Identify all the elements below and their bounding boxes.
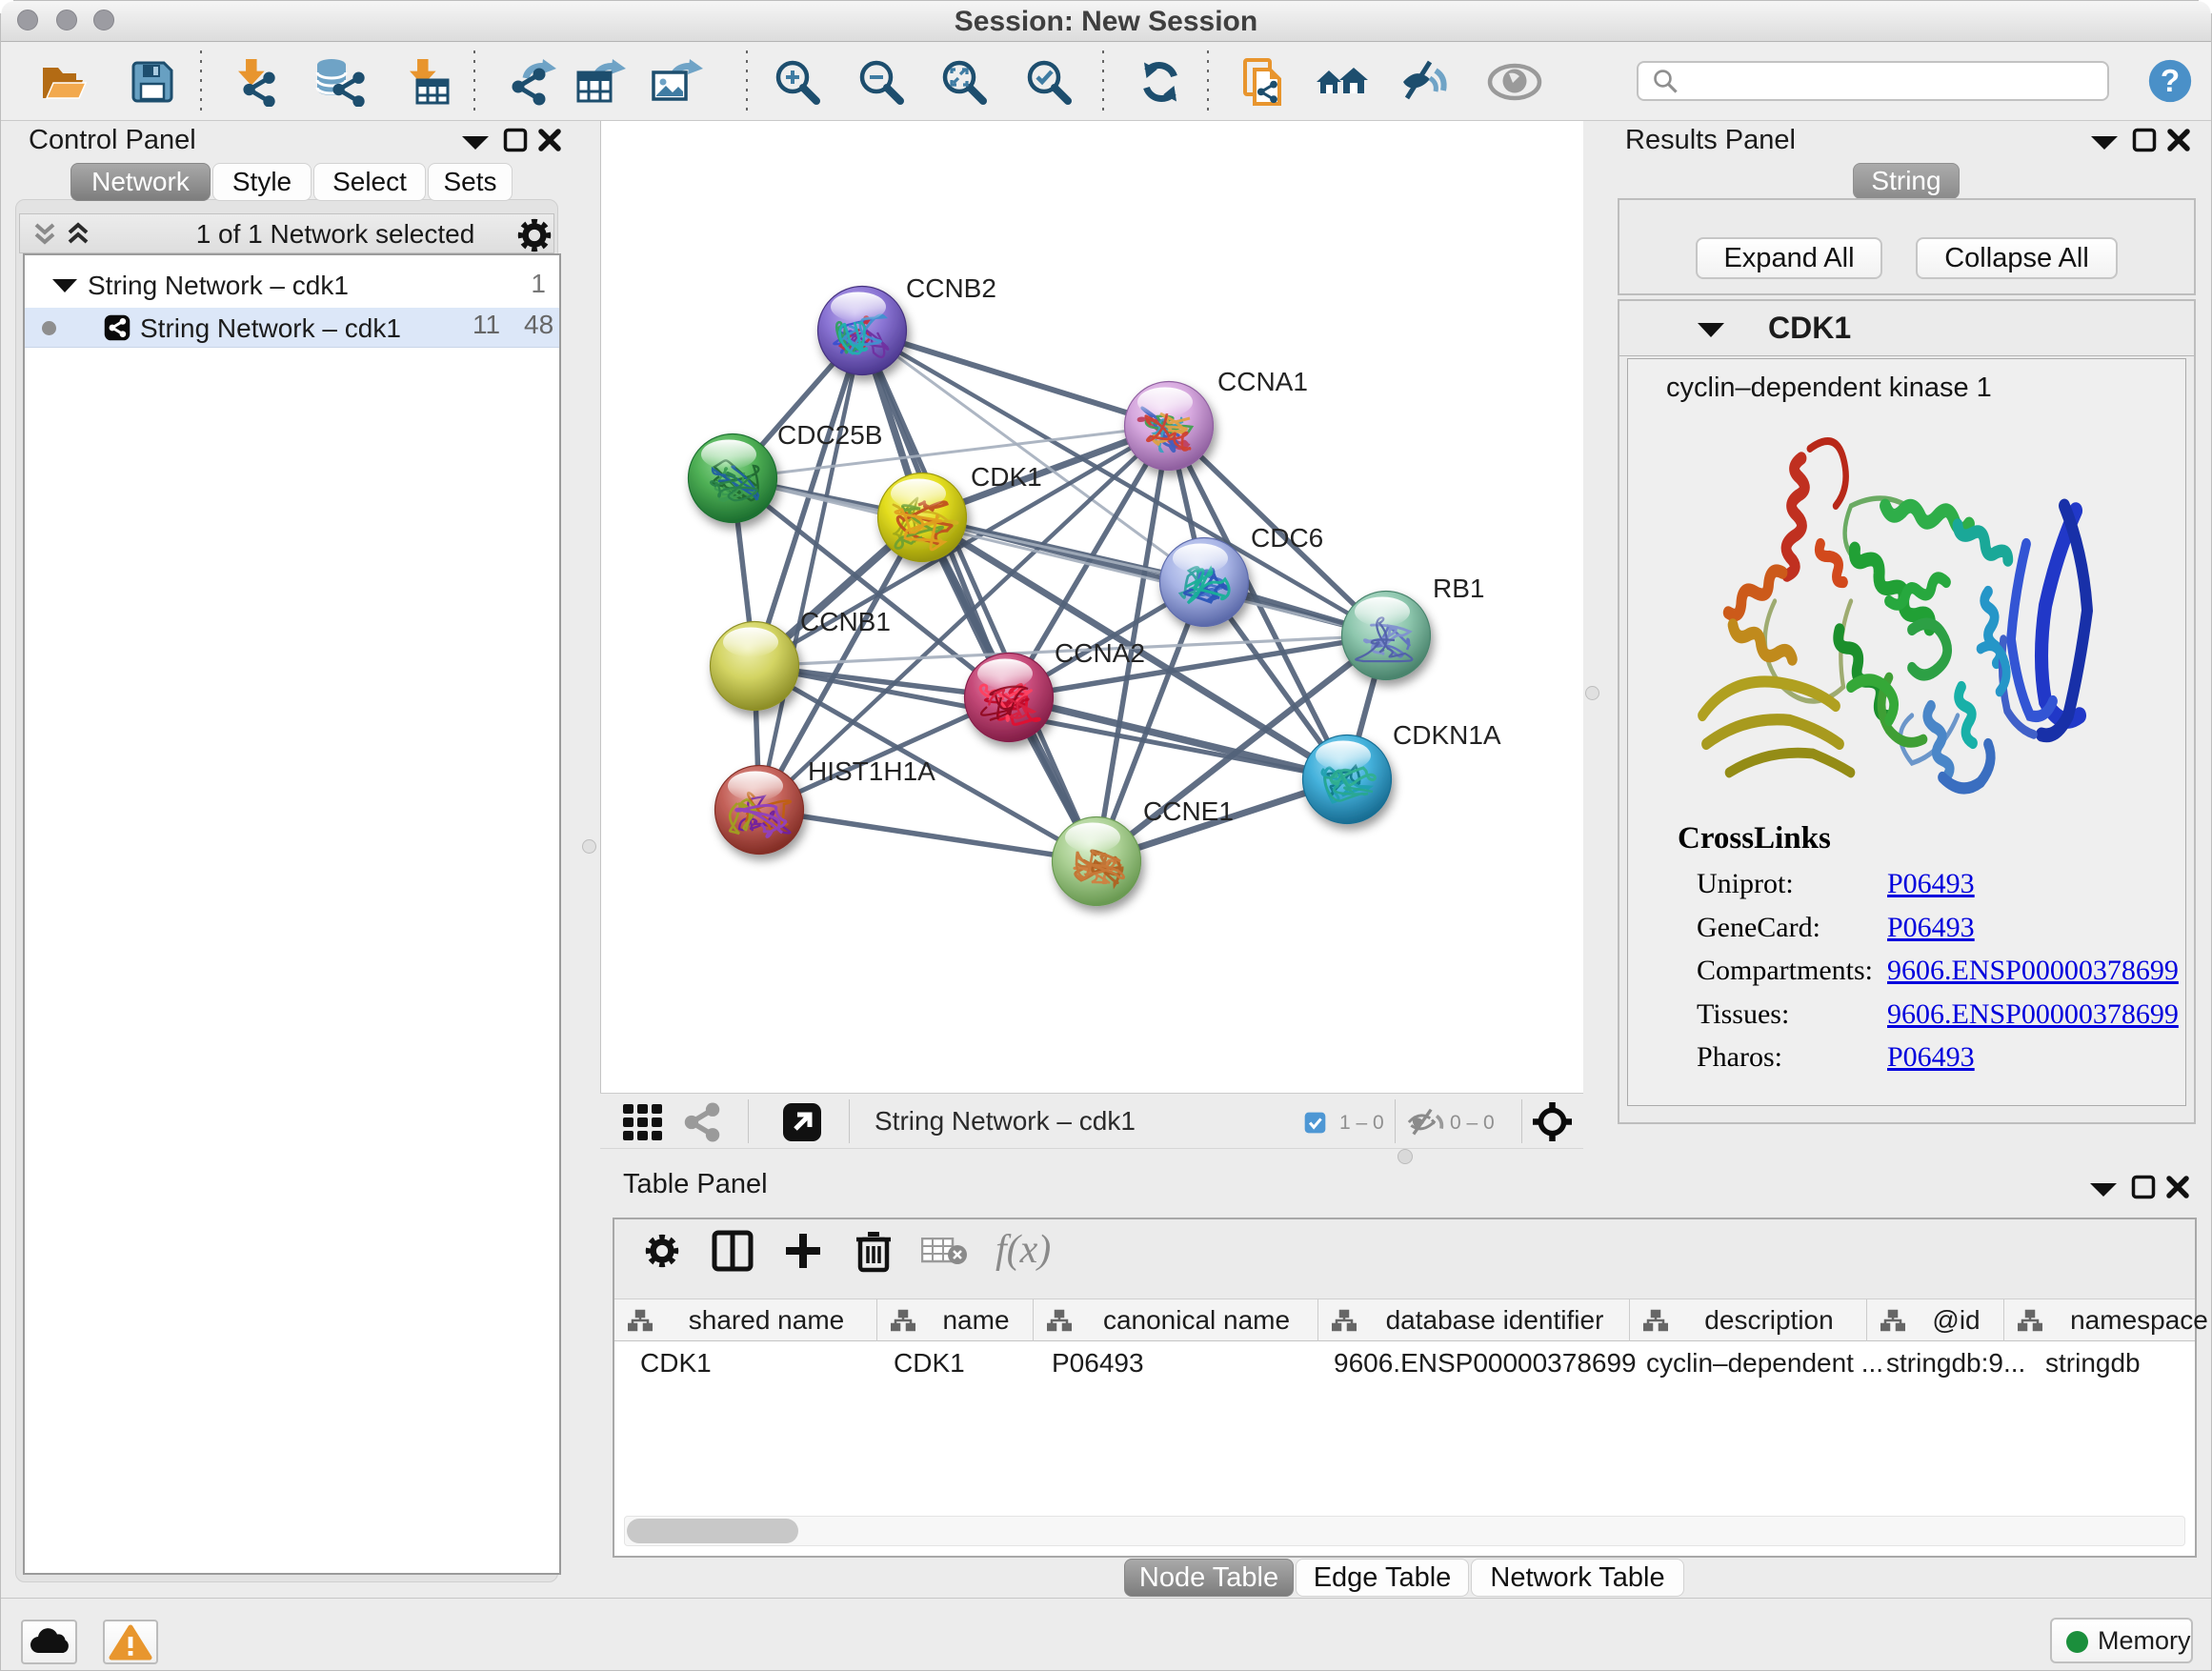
svg-text:CCNA1: CCNA1 (1217, 367, 1308, 396)
svg-text:CDK1: CDK1 (971, 462, 1042, 492)
svg-text:HIST1H1A: HIST1H1A (808, 756, 935, 786)
svg-text:CDC6: CDC6 (1251, 523, 1323, 553)
svg-text:CCNE1: CCNE1 (1143, 796, 1234, 826)
svg-text:?: ? (2161, 64, 2180, 99)
svg-text:CCNB1: CCNB1 (800, 607, 891, 636)
svg-text:CCNB2: CCNB2 (906, 273, 996, 303)
svg-text:RB1: RB1 (1433, 574, 1484, 603)
svg-text:CDC25B: CDC25B (777, 420, 882, 450)
svg-text:CDKN1A: CDKN1A (1393, 720, 1501, 750)
svg-text:CCNA2: CCNA2 (1055, 638, 1145, 668)
